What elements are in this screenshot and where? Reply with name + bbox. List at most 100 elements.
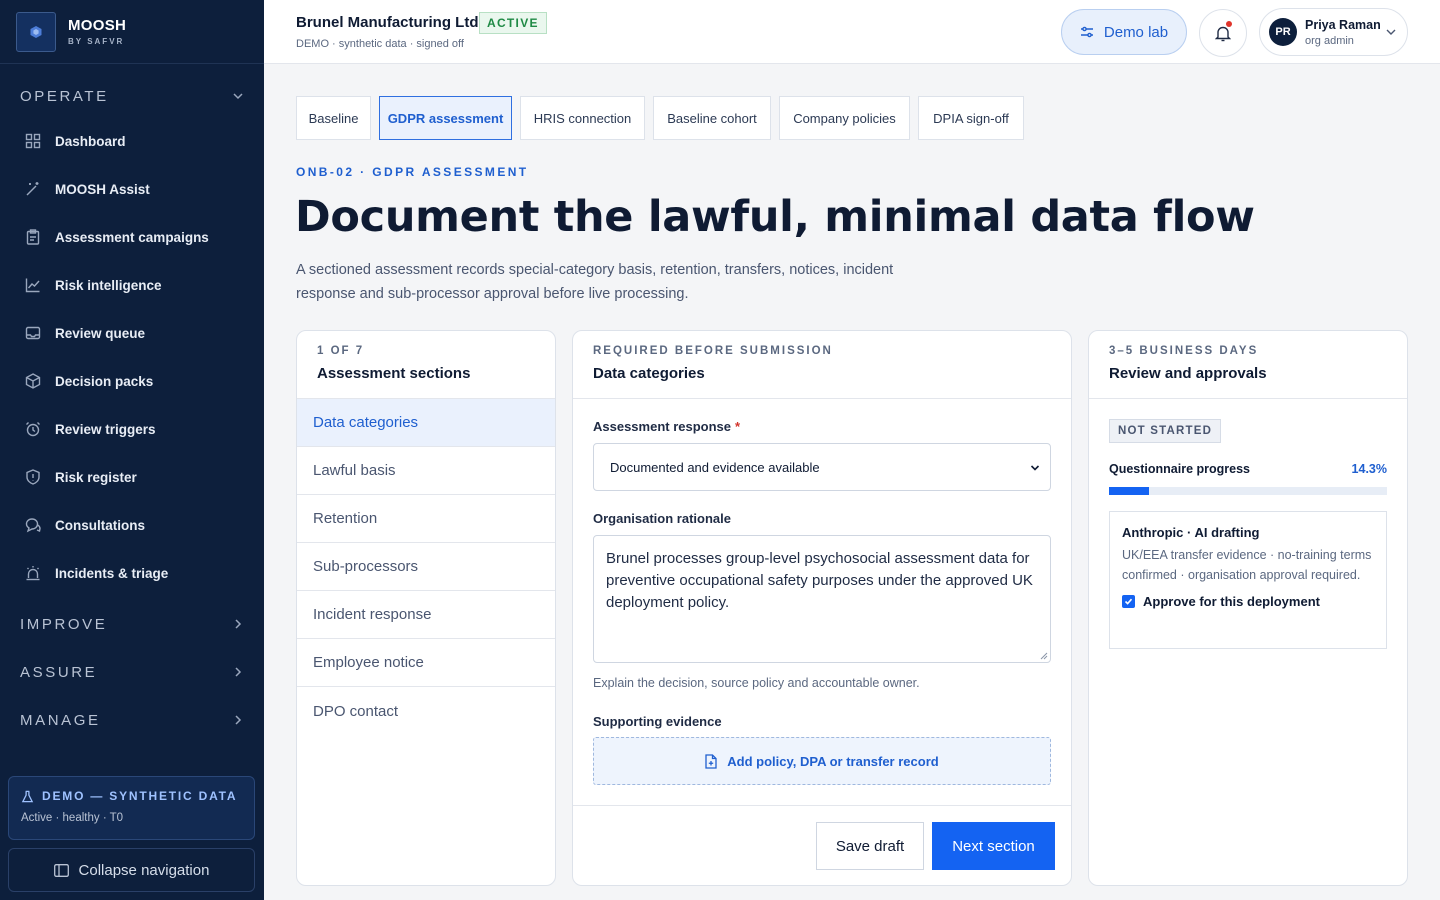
nav-group-improve[interactable]: IMPROVE <box>0 600 264 648</box>
brand[interactable]: MOOSH BY SAFVR <box>0 0 264 64</box>
nav-item-label: Review triggers <box>55 421 156 437</box>
nav-item-label: Risk register <box>55 469 137 485</box>
nav-item-incidents-triage[interactable]: Incidents & triage <box>0 549 264 597</box>
user-menu-button[interactable]: PR Priya Raman org admin <box>1259 8 1408 56</box>
assessment-response-value: Documented and evidence available <box>610 459 820 475</box>
chevron-down-icon <box>1030 465 1040 471</box>
nav-item-label: Consultations <box>55 517 145 533</box>
organisation-rationale-value: Brunel processes group-level psychosocia… <box>606 550 1033 611</box>
tab-hris-connection[interactable]: HRIS connection <box>520 96 645 140</box>
notifications-button[interactable] <box>1199 9 1247 57</box>
nav-item-assessment-campaigns[interactable]: Assessment campaigns <box>0 213 264 261</box>
assessment-response-select[interactable]: Documented and evidence available <box>593 443 1051 491</box>
nav-group-operate-label: OPERATE <box>20 87 109 105</box>
resize-grip-icon[interactable] <box>1040 652 1048 660</box>
chevron-right-icon <box>235 667 242 677</box>
notification-dot <box>1226 21 1232 27</box>
section-item-sub-processors[interactable]: Sub-processors <box>297 543 555 591</box>
sidebar: MOOSH BY SAFVR OPERATE Dashboard MOOSH A… <box>0 0 264 900</box>
brand-name: MOOSH <box>68 17 127 34</box>
chevron-right-icon <box>235 715 242 725</box>
save-draft-button[interactable]: Save draft <box>816 822 924 870</box>
brand-logo-icon <box>16 11 56 52</box>
required-mark: * <box>735 419 741 434</box>
org-name[interactable]: Brunel Manufacturing Ltd <box>296 14 479 31</box>
avatar: PR <box>1269 18 1297 46</box>
demo-lab-button[interactable]: Demo lab <box>1061 9 1187 55</box>
nav-item-label: Incidents & triage <box>55 565 169 581</box>
progress-label: Questionnaire progress <box>1109 462 1251 476</box>
progress-value: 14.3% <box>1351 462 1387 476</box>
collapse-navigation-button[interactable]: Collapse navigation <box>8 848 255 892</box>
section-item-retention[interactable]: Retention <box>297 495 555 543</box>
next-section-button[interactable]: Next section <box>932 822 1055 870</box>
nav-group-assure[interactable]: ASSURE <box>0 648 264 696</box>
vendor-title: Anthropic · AI drafting <box>1122 525 1260 540</box>
review-approvals-panel: 3–5 BUSINESS DAYS Review and approvals N… <box>1088 330 1408 886</box>
nav-item-review-triggers[interactable]: Review triggers <box>0 405 264 453</box>
demo-card-title: DEMO — SYNTHETIC DATA <box>42 789 238 803</box>
panel-title: Data categories <box>593 365 705 382</box>
nav-item-label: Dashboard <box>55 133 126 149</box>
status-badge: ACTIVE <box>479 12 547 34</box>
vendor-approval-card: Anthropic · AI drafting UK/EEA transfer … <box>1109 511 1387 649</box>
tab-baseline[interactable]: Baseline <box>296 96 371 140</box>
tab-gdpr-assessment[interactable]: GDPR assessment <box>379 96 512 140</box>
flask-icon <box>21 790 34 802</box>
panel-eyebrow: REQUIRED BEFORE SUBMISSION <box>593 345 833 357</box>
nav-group-assure-label: ASSURE <box>20 663 98 681</box>
assessment-sections-panel: 1 OF 7 Assessment sections Data categori… <box>296 330 556 886</box>
nav-item-label: Review queue <box>55 325 146 341</box>
section-item-data-categories[interactable]: Data categories <box>297 399 555 447</box>
organisation-rationale-label: Organisation rationale <box>593 511 731 526</box>
nav-item-consultations[interactable]: Consultations <box>0 501 264 549</box>
page-eyebrow: ONB-02 · GDPR ASSESSMENT <box>296 165 529 179</box>
section-item-employee-notice[interactable]: Employee notice <box>297 639 555 687</box>
nav-group-manage[interactable]: MANAGE <box>0 696 264 744</box>
chat-icon <box>24 516 42 534</box>
add-evidence-button[interactable]: Add policy, DPA or transfer record <box>593 737 1051 785</box>
grid-icon <box>24 132 42 150</box>
nav-item-moosh-assist[interactable]: MOOSH Assist <box>0 165 264 213</box>
chevron-right-icon <box>235 619 242 629</box>
bell-icon <box>1215 26 1231 41</box>
nav-item-label: Risk intelligence <box>55 277 162 293</box>
topbar: Brunel Manufacturing Ltd ACTIVE DEMO · s… <box>264 0 1440 64</box>
magic-wand-icon <box>24 180 42 198</box>
assessment-response-label: Assessment response * <box>593 419 740 434</box>
page-description: A sectioned assessment records special-c… <box>296 262 894 302</box>
vendor-description: UK/EEA transfer evidence · no-training t… <box>1122 548 1372 582</box>
section-item-dpo-contact[interactable]: DPO contact <box>297 687 555 735</box>
tab-dpia-sign-off[interactable]: DPIA sign-off <box>918 96 1024 140</box>
approve-deployment-checkbox[interactable]: Approve for this deployment <box>1122 594 1374 609</box>
clipboard-icon <box>24 228 42 246</box>
add-evidence-label: Add policy, DPA or transfer record <box>727 753 939 769</box>
progress-bar <box>1109 487 1387 495</box>
nav-item-decision-packs[interactable]: Decision packs <box>0 357 264 405</box>
section-counter: 1 OF 7 <box>317 345 365 357</box>
tab-company-policies[interactable]: Company policies <box>779 96 910 140</box>
nav-item-risk-register[interactable]: Risk register <box>0 453 264 501</box>
section-item-incident-response[interactable]: Incident response <box>297 591 555 639</box>
organisation-rationale-textarea[interactable]: Brunel processes group-level psychosocia… <box>593 535 1051 663</box>
checkbox-checked-icon[interactable] <box>1122 595 1135 608</box>
approve-deployment-label: Approve for this deployment <box>1143 594 1320 609</box>
user-role: org admin <box>1305 34 1354 47</box>
alarm-clock-icon <box>24 420 42 438</box>
section-item-lawful-basis[interactable]: Lawful basis <box>297 447 555 495</box>
page-title: Document the lawful, minimal data flow <box>295 192 1255 242</box>
sliders-icon <box>1080 26 1093 38</box>
tab-baseline-cohort[interactable]: Baseline cohort <box>653 96 771 140</box>
file-plus-icon <box>705 753 717 769</box>
nav-group-manage-label: MANAGE <box>20 711 101 729</box>
org-subtitle: DEMO · synthetic data · signed off <box>296 38 464 50</box>
panel-title: Review and approvals <box>1109 365 1267 382</box>
nav-group-operate[interactable]: OPERATE <box>0 72 264 120</box>
form-actions: Save draft Next section <box>573 805 1071 885</box>
panel-title: Assessment sections <box>317 365 471 382</box>
inbox-icon <box>24 324 42 342</box>
nav-item-review-queue[interactable]: Review queue <box>0 309 264 357</box>
nav-item-label: Assessment campaigns <box>55 229 209 245</box>
nav-item-dashboard[interactable]: Dashboard <box>0 117 264 165</box>
nav-item-risk-intelligence[interactable]: Risk intelligence <box>0 261 264 309</box>
